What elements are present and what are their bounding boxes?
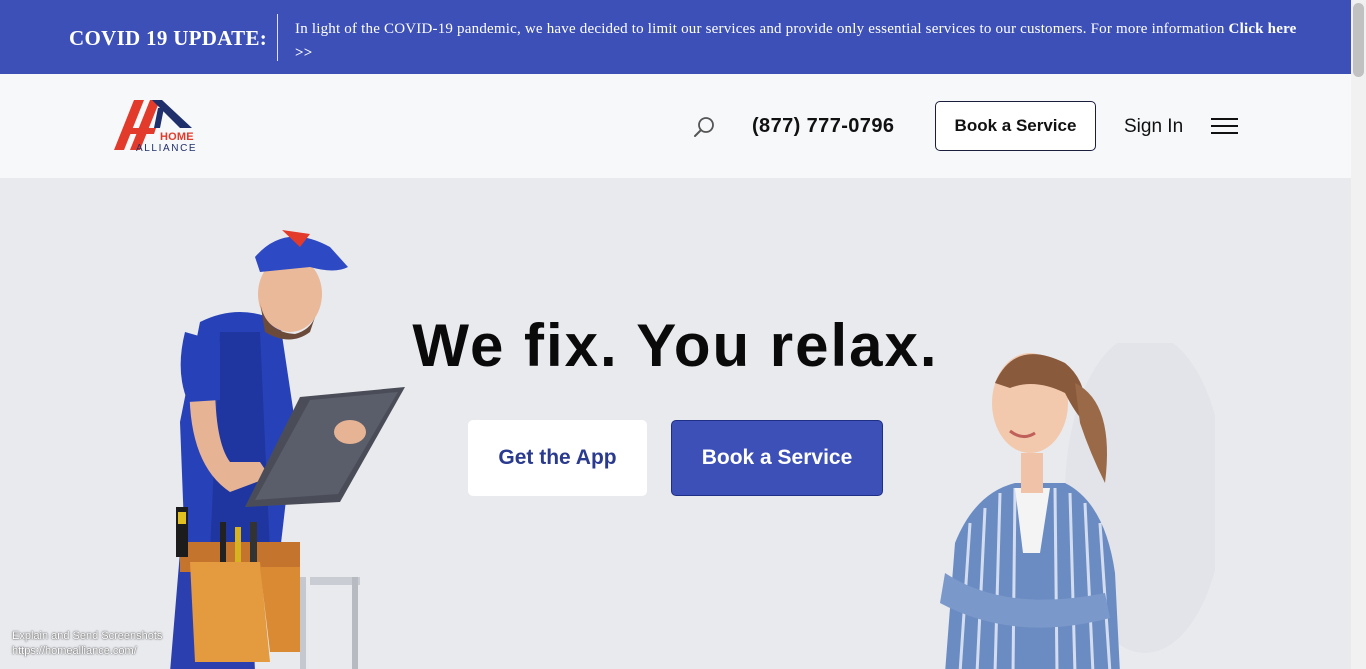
scrollbar-thumb[interactable]	[1353, 3, 1364, 77]
search-icon[interactable]	[692, 115, 716, 139]
handyman-image	[170, 230, 405, 669]
header-book-service-button[interactable]: Book a Service	[935, 101, 1096, 151]
covid-banner-message-text: In light of the COVID-19 pandemic, we ha…	[295, 21, 1229, 37]
covid-banner-message: In light of the COVID-19 pandemic, we ha…	[295, 17, 1305, 65]
page-scrollbar[interactable]	[1351, 0, 1366, 669]
sign-in-link[interactable]: Sign In	[1124, 116, 1183, 138]
get-the-app-button[interactable]: Get the App	[468, 420, 647, 496]
hamburger-menu-icon[interactable]	[1211, 118, 1238, 135]
covid-banner-title: COVID 19 UPDATE:	[69, 26, 268, 50]
logo-word-home: HOME	[160, 131, 194, 143]
hero-book-service-button[interactable]: Book a Service	[671, 420, 883, 496]
overlay-line-2: https://homealliance.com/	[12, 645, 137, 657]
covid-banner-divider	[277, 14, 278, 61]
hero-section: We fix. You relax. Get the App Book a Se…	[0, 178, 1351, 669]
logo-word-alliance: ALLIANCE	[136, 143, 198, 154]
customer-woman-image	[940, 343, 1215, 669]
hero-headline: We fix. You relax.	[412, 312, 939, 379]
phone-number-link[interactable]: (877) 777-0796	[752, 115, 894, 138]
home-alliance-logo[interactable]: HOME ALLIANCE	[114, 98, 196, 154]
covid-update-banner: COVID 19 UPDATE: In light of the COVID-1…	[0, 0, 1351, 74]
site-header: HOME ALLIANCE (877) 777-0796 Book a Serv…	[0, 74, 1351, 178]
overlay-line-1: Explain and Send Screenshots	[12, 630, 163, 642]
screenshot-overlay-note: Explain and Send Screenshots https://hom…	[12, 629, 162, 659]
